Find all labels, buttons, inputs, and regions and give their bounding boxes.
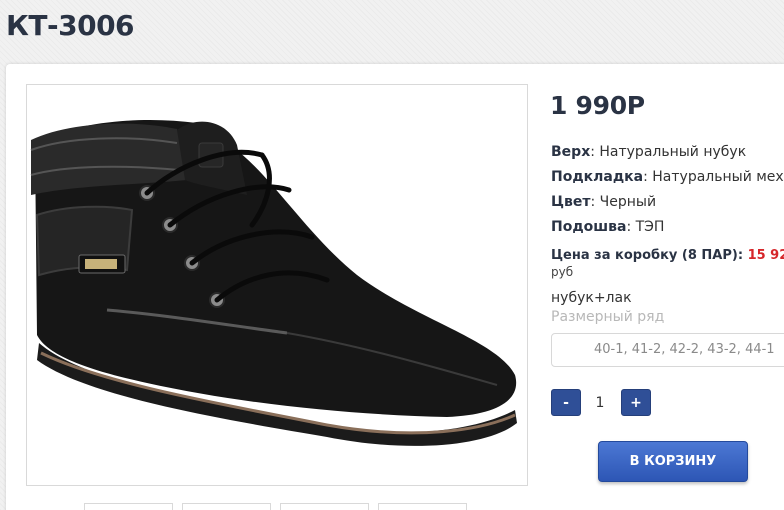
size-range-field[interactable]: 40-1, 41-2, 42-2, 43-2, 44-1 <box>551 333 784 367</box>
spec-upper: Верх: Натуральный нубук <box>551 144 746 160</box>
thumbnail[interactable] <box>84 503 173 510</box>
quantity-minus-button[interactable]: - <box>551 389 581 416</box>
quantity-value[interactable]: 1 <box>587 395 613 411</box>
material-label: нубук+лак <box>551 290 632 306</box>
thumbnail[interactable] <box>280 503 369 510</box>
spec-value: : Черный <box>590 194 657 210</box>
product-price: 1 990Р <box>550 91 645 120</box>
boot-photo-icon <box>30 119 517 446</box>
box-price-value: 15 920 <box>747 248 784 263</box>
spec-label: Цвет <box>551 194 591 210</box>
box-price-label: Цена за коробку (8 ПАР): <box>551 248 744 263</box>
spec-lining: Подкладка: Натуральный мех <box>551 169 784 185</box>
spec-color: Цвет: Черный <box>551 194 656 210</box>
page-title: КТ-3006 <box>6 9 135 42</box>
spec-label: Верх <box>551 144 591 160</box>
spec-value: : ТЭП <box>626 219 665 235</box>
thumbnail[interactable] <box>378 503 467 510</box>
spec-label: Подкладка <box>551 169 644 185</box>
spec-value: : Натуральный мех <box>643 169 784 185</box>
size-range-label: Размерный ряд <box>551 309 665 325</box>
spec-sole: Подошва: ТЭП <box>551 219 664 235</box>
spec-value: : Натуральный нубук <box>590 144 747 160</box>
product-image[interactable] <box>26 84 528 486</box>
box-price: Цена за коробку (8 ПАР): 15 920 <box>551 248 784 263</box>
add-to-cart-button[interactable]: В КОРЗИНУ <box>598 441 748 482</box>
thumbnail-strip <box>84 503 467 510</box>
spec-label: Подошва <box>551 219 627 235</box>
quantity-plus-button[interactable]: + <box>621 389 651 416</box>
currency-label: руб <box>551 265 574 279</box>
thumbnail[interactable] <box>182 503 271 510</box>
